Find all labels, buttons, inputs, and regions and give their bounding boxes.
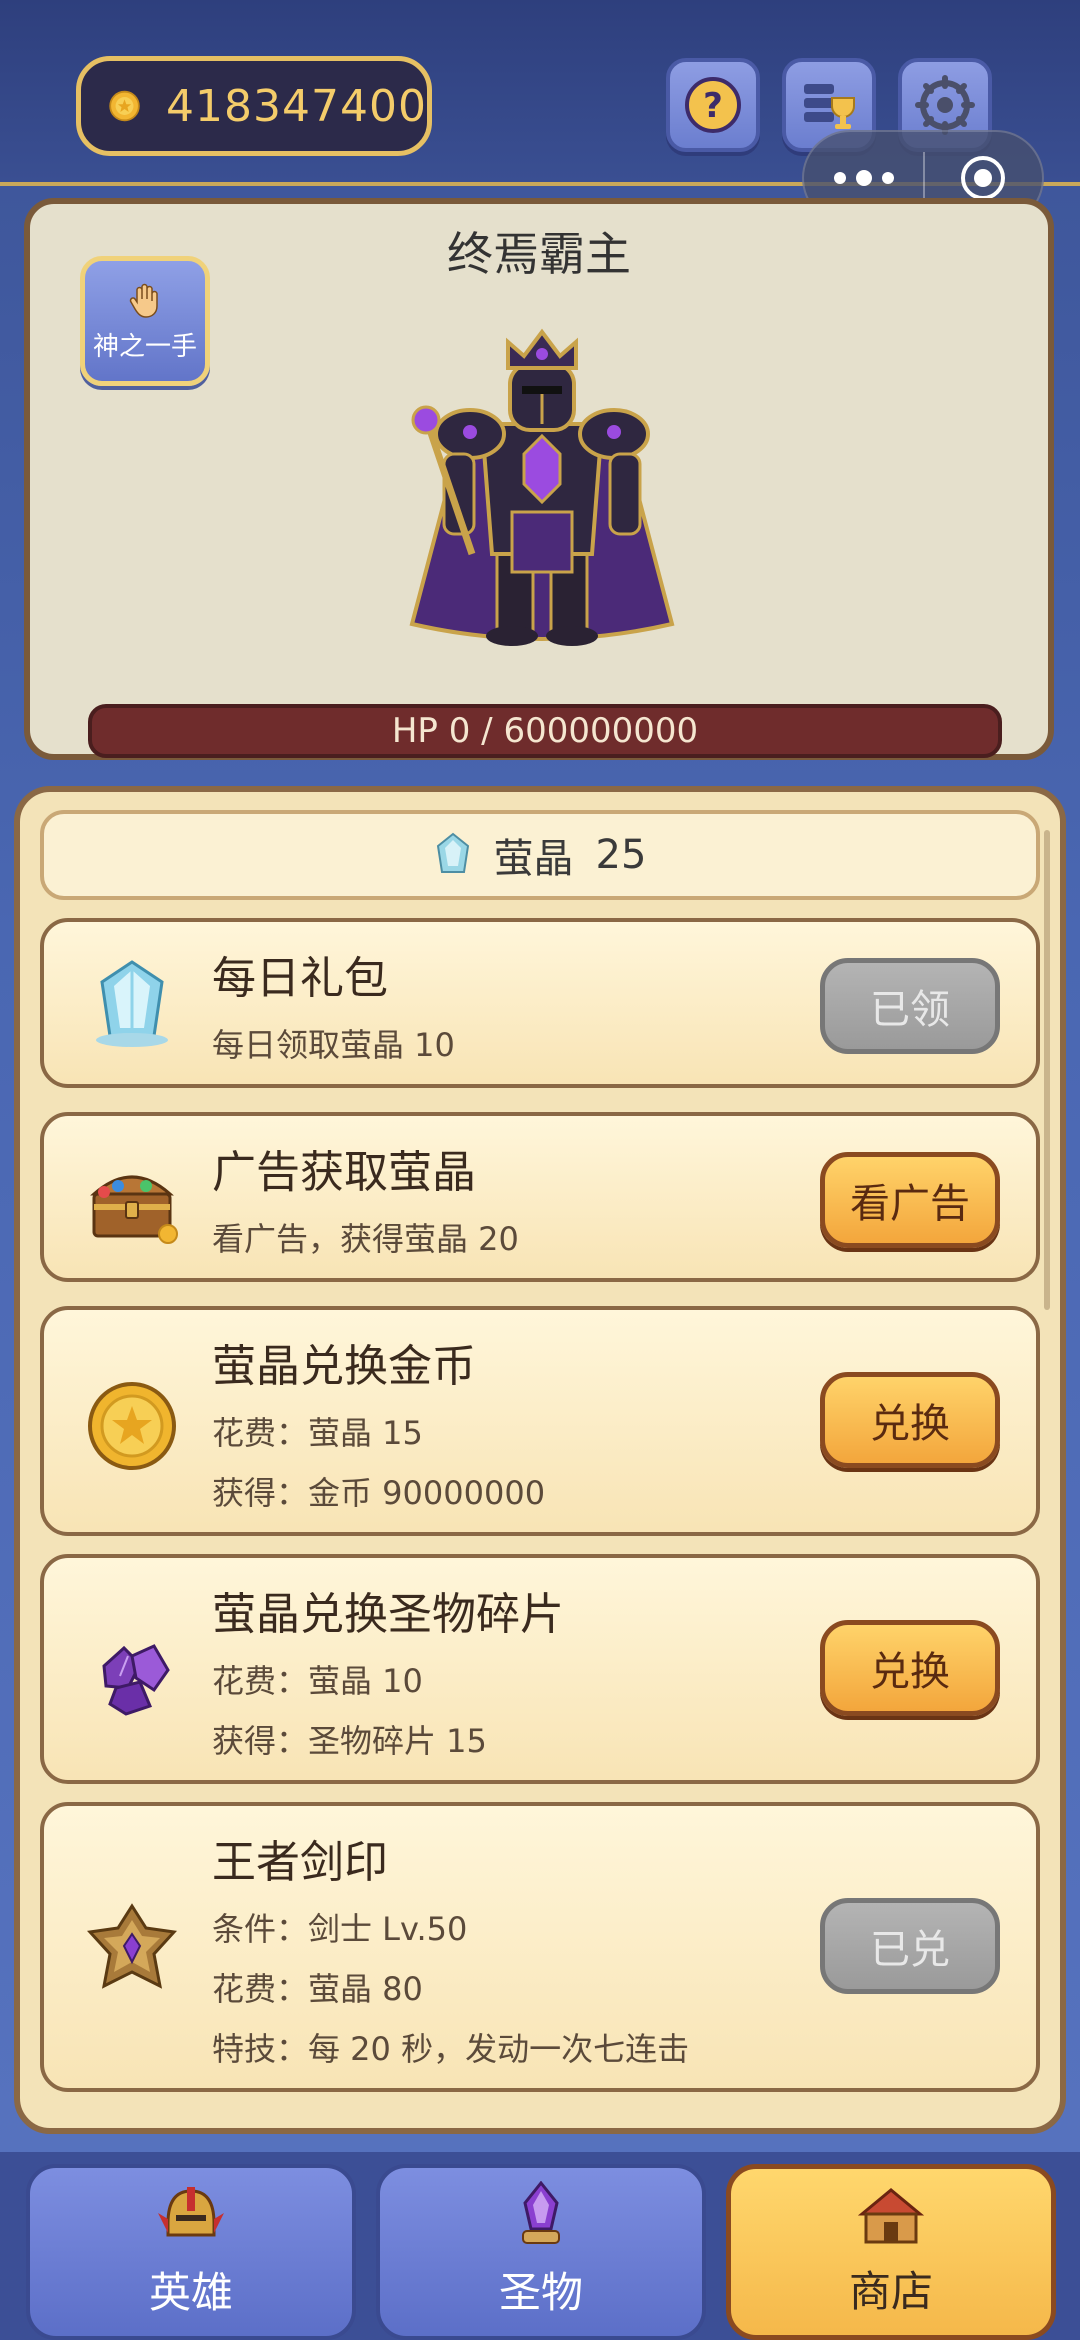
boss-knight-image bbox=[409, 328, 675, 646]
item-title: 萤晶兑换金币 bbox=[212, 1341, 476, 1392]
boss-panel: 终焉霸主 神之一手 HP 0 / 600000000 bbox=[24, 198, 1054, 760]
more-menu-button[interactable] bbox=[804, 170, 923, 186]
hero-helmet-icon bbox=[158, 2187, 224, 2237]
skill-button[interactable]: 神之一手 bbox=[80, 256, 210, 386]
item-cost: 花费：萤晶 15 bbox=[212, 1414, 423, 1452]
item-reward: 获得：金币 90000000 bbox=[212, 1474, 546, 1512]
tab-label: 英雄 bbox=[148, 2268, 233, 2317]
ranking-icon bbox=[804, 84, 855, 129]
hand-icon bbox=[129, 283, 158, 318]
relic-shard-icon bbox=[102, 1644, 170, 1716]
item-cost: 花费：萤晶 10 bbox=[212, 1662, 423, 1700]
shop-list[interactable]: 萤晶 25 每日礼包 每日领取萤晶 10 已领 广告获取萤晶 看广告，获得萤晶 … bbox=[40, 810, 1050, 2114]
help-icon: ? bbox=[685, 77, 741, 133]
more-dot-icon bbox=[855, 170, 872, 186]
boss-hp-text: HP 0 / 600000000 bbox=[391, 711, 699, 751]
redeemed-button[interactable]: 已兑 bbox=[820, 1898, 1000, 1994]
tab-heroes[interactable]: 英雄 bbox=[26, 2164, 356, 2340]
shop-item-king-sword-seal: 王者剑印 条件：剑士 Lv.50 花费：萤晶 80 特技：每 20 秒，发动一次… bbox=[40, 1802, 1040, 2092]
shop-item-ad-crystal: 广告获取萤晶 看广告，获得萤晶 20 看广告 bbox=[40, 1112, 1040, 1282]
shop-tent-icon bbox=[858, 2188, 924, 2244]
close-miniprogram-button[interactable] bbox=[925, 153, 1042, 203]
shop-item-crystal-to-relic: 萤晶兑换圣物碎片 花费：萤晶 10 获得：圣物碎片 15 兑换 bbox=[40, 1554, 1040, 1784]
coin-icon bbox=[109, 90, 140, 122]
settings-icon bbox=[915, 75, 975, 135]
crystal-icon bbox=[96, 960, 168, 1047]
help-button[interactable]: ? bbox=[666, 58, 760, 152]
item-condition: 条件：剑士 Lv.50 bbox=[212, 1910, 468, 1948]
more-dot-icon bbox=[881, 172, 894, 184]
item-description: 每日领取萤晶 10 bbox=[212, 1026, 455, 1064]
gold-counter: 418347400 bbox=[76, 56, 432, 156]
item-reward: 获得：圣物碎片 15 bbox=[212, 1722, 487, 1760]
shop-item-crystal-to-gold: 萤晶兑换金币 花费：萤晶 15 获得：金币 90000000 兑换 bbox=[40, 1306, 1040, 1536]
item-skill: 特技：每 20 秒，发动一次七连击 bbox=[212, 2030, 690, 2068]
watch-ad-button[interactable]: 看广告 bbox=[820, 1152, 1000, 1248]
shop-panel: 萤晶 25 每日礼包 每日领取萤晶 10 已领 广告获取萤晶 看广告，获得萤晶 … bbox=[14, 786, 1066, 2134]
item-title: 王者剑印 bbox=[212, 1837, 388, 1888]
exchange-relic-button[interactable]: 兑换 bbox=[820, 1620, 1000, 1716]
tab-shop[interactable]: 商店 bbox=[726, 2164, 1056, 2340]
tab-label: 圣物 bbox=[498, 2268, 583, 2317]
item-cost: 花费：萤晶 80 bbox=[212, 1970, 423, 2008]
sword-seal-icon bbox=[86, 1903, 178, 1989]
more-dot-icon bbox=[833, 172, 846, 184]
skill-label: 神之一手 bbox=[92, 331, 197, 362]
shop-item-daily-gift: 每日礼包 每日领取萤晶 10 已领 bbox=[40, 918, 1040, 1088]
gold-amount: 418347400 bbox=[166, 80, 427, 132]
crystal-count: 25 bbox=[595, 832, 647, 878]
scrollbar[interactable] bbox=[1044, 830, 1050, 1310]
item-title: 每日礼包 bbox=[212, 953, 388, 1004]
svg-text:?: ? bbox=[703, 86, 723, 126]
crystal-small-icon bbox=[436, 832, 469, 873]
boss-hp-bar: HP 0 / 600000000 bbox=[88, 704, 1002, 758]
tab-label: 商店 bbox=[848, 2267, 933, 2316]
target-close-icon bbox=[961, 156, 1006, 200]
relic-crystal-icon bbox=[522, 2181, 560, 2244]
item-title: 广告获取萤晶 bbox=[212, 1147, 476, 1198]
gold-coin-icon bbox=[88, 1382, 176, 1470]
exchange-gold-button[interactable]: 兑换 bbox=[820, 1372, 1000, 1468]
claimed-button[interactable]: 已领 bbox=[820, 958, 1000, 1054]
crystal-balance: 萤晶 25 bbox=[40, 810, 1040, 900]
tab-relics[interactable]: 圣物 bbox=[376, 2164, 706, 2340]
bottom-nav: 英雄 圣物 商店 bbox=[0, 2152, 1080, 2340]
item-title: 萤晶兑换圣物碎片 bbox=[212, 1589, 564, 1640]
treasure-chest-icon bbox=[90, 1175, 178, 1244]
crystal-label: 萤晶 bbox=[493, 836, 574, 882]
item-description: 看广告，获得萤晶 20 bbox=[212, 1220, 519, 1258]
